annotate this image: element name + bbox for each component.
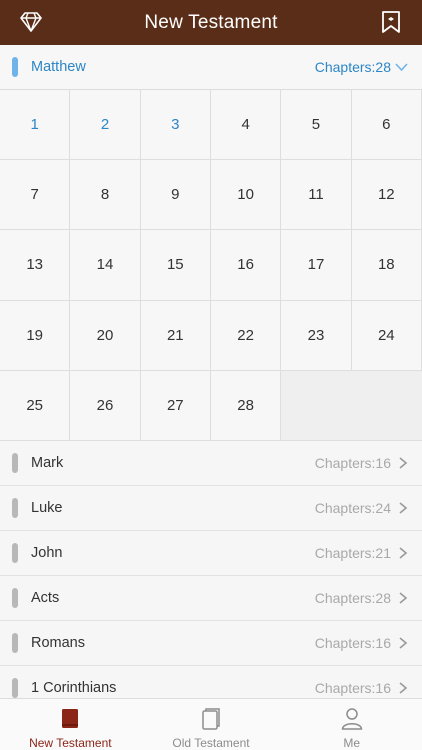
chapter-cell[interactable]: 7: [0, 160, 71, 231]
app-header: New Testament: [0, 0, 422, 45]
tab-me[interactable]: Me: [281, 699, 422, 750]
chapters-count: Chapters:21: [314, 545, 391, 561]
chapter-cell[interactable]: 22: [210, 300, 282, 371]
book-marker: [12, 633, 18, 653]
chapter-cell[interactable]: 9: [140, 160, 211, 231]
chapters-count: Chapters:16: [314, 635, 391, 651]
chapters-count: Chapters:28: [314, 590, 391, 606]
book-row[interactable]: Mark Chapters:16: [0, 441, 422, 486]
chapter-cell[interactable]: 18: [351, 230, 422, 301]
book-outline-icon: [202, 708, 220, 730]
chapter-cell[interactable]: 14: [70, 230, 141, 301]
tab-bar: New Testament Old Testament Me: [0, 698, 422, 750]
tab-new-testament[interactable]: New Testament: [0, 699, 141, 750]
book-marker: [12, 498, 18, 518]
chevron-right-icon: [399, 502, 408, 514]
chapter-cell[interactable]: 10: [210, 160, 282, 231]
chapter-cell[interactable]: 13: [0, 230, 71, 301]
tab-label: New Testament: [29, 736, 112, 750]
chapters-count: Chapters:28: [314, 59, 391, 75]
book-row[interactable]: Romans Chapters:16: [0, 621, 422, 666]
tab-label: Old Testament: [172, 736, 250, 750]
chapter-cell[interactable]: 17: [281, 230, 352, 301]
book-row[interactable]: Luke Chapters:24: [0, 486, 422, 531]
tab-label: Me: [343, 736, 361, 750]
book-marker: [12, 678, 18, 698]
chapter-cell[interactable]: 5: [281, 90, 352, 161]
empty-cell: [281, 370, 422, 441]
book-name: Acts: [31, 590, 60, 606]
chevron-right-icon: [399, 637, 408, 649]
chevron-right-icon: [399, 682, 408, 694]
chapter-cell[interactable]: 24: [351, 300, 422, 371]
chapter-cell[interactable]: 12: [351, 160, 422, 231]
book-name: Mark: [31, 455, 64, 471]
chapter-cell[interactable]: 1: [0, 90, 71, 161]
chapter-cell[interactable]: 3: [140, 90, 211, 161]
chapter-cell[interactable]: 27: [140, 370, 211, 441]
chapter-cell[interactable]: 26: [70, 370, 141, 441]
chapters-count: Chapters:16: [314, 455, 391, 471]
chapters-count: Chapters:24: [314, 500, 391, 516]
book-filled-icon: [62, 709, 79, 728]
person-icon: [341, 708, 362, 730]
bookmark-icon[interactable]: [380, 10, 402, 34]
book-marker: [12, 543, 18, 563]
book-name: Luke: [31, 500, 63, 516]
book-name: Romans: [31, 635, 85, 651]
book-name: 1 Corinthians: [31, 680, 117, 696]
book-row[interactable]: Acts Chapters:28: [0, 576, 422, 621]
book-row[interactable]: John Chapters:21: [0, 531, 422, 576]
chapter-cell[interactable]: 4: [210, 90, 282, 161]
tab-old-testament[interactable]: Old Testament: [141, 699, 282, 750]
chapter-cell[interactable]: 2: [70, 90, 141, 161]
book-marker: [12, 588, 18, 608]
chapter-cell[interactable]: 23: [281, 300, 352, 371]
chevron-right-icon: [399, 547, 408, 559]
chevron-down-icon: [395, 63, 408, 72]
chapter-cell[interactable]: 8: [70, 160, 141, 231]
chapters-count: Chapters:16: [314, 680, 391, 696]
book-marker: [12, 453, 18, 473]
page-title: New Testament: [144, 11, 278, 33]
book-row-matthew[interactable]: Matthew Chapters:28: [0, 45, 422, 90]
book-name: John: [31, 545, 63, 561]
chapter-grid: 1 2 3 4 5 6 7 8 9 10 11 12 13 14 15 16 17 18 19 20 21 22 23 24 2…: [0, 90, 422, 441]
chapter-cell[interactable]: 16: [210, 230, 282, 301]
chevron-right-icon: [399, 457, 408, 469]
chapter-cell[interactable]: 6: [351, 90, 422, 161]
chevron-right-icon: [399, 592, 408, 604]
book-name: Matthew: [31, 59, 86, 75]
chapter-cell[interactable]: 19: [0, 300, 71, 371]
chapter-cell[interactable]: 15: [140, 230, 211, 301]
chapter-cell[interactable]: 25: [0, 370, 71, 441]
chapter-cell[interactable]: 11: [281, 160, 352, 231]
diamond-icon[interactable]: [20, 12, 42, 32]
chapter-cell[interactable]: 28: [210, 370, 282, 441]
chapter-cell[interactable]: 20: [70, 300, 141, 371]
book-marker: [12, 57, 18, 77]
chapter-cell[interactable]: 21: [140, 300, 211, 371]
